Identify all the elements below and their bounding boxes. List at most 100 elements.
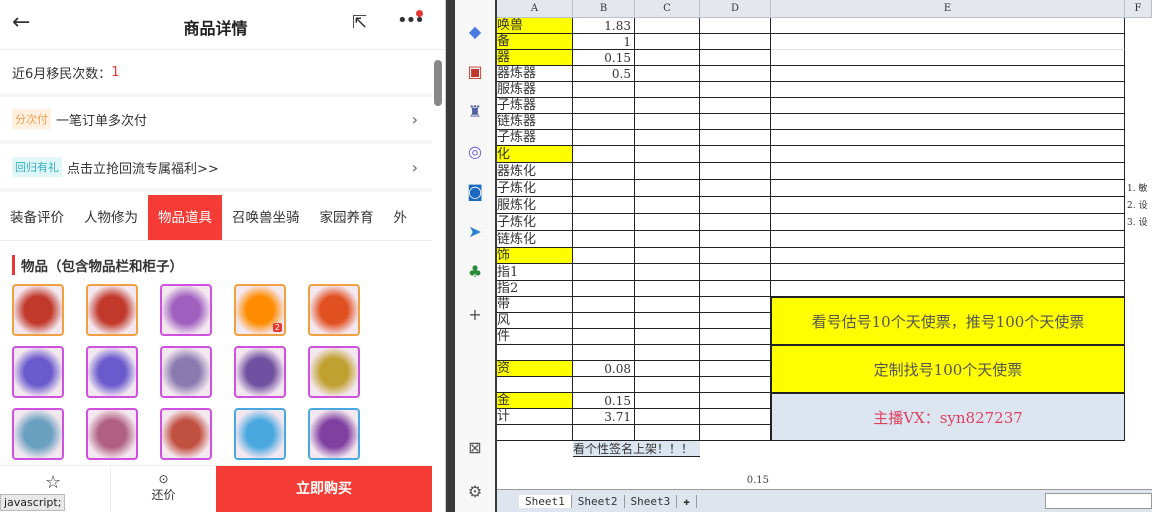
item-slot[interactable] <box>160 284 212 336</box>
cell-empty[interactable] <box>700 18 771 34</box>
cell-b[interactable] <box>573 114 635 130</box>
cell-b[interactable] <box>573 82 635 98</box>
cell-empty[interactable] <box>635 180 700 197</box>
cell-empty[interactable] <box>635 146 700 163</box>
cell-empty[interactable] <box>700 50 771 66</box>
cell-e[interactable] <box>771 98 1125 114</box>
cell-empty[interactable] <box>700 66 771 82</box>
stray-value-cell[interactable]: 0.15 <box>700 473 771 489</box>
cell-empty[interactable] <box>635 313 700 329</box>
cell-b[interactable]: 3.71 <box>573 409 635 425</box>
cell-e[interactable] <box>771 130 1125 146</box>
cell-b[interactable] <box>573 345 635 361</box>
cell-empty[interactable] <box>700 425 771 441</box>
cell-empty[interactable] <box>635 248 700 264</box>
horizontal-scrollbar[interactable] <box>1045 493 1152 509</box>
cell-empty[interactable] <box>700 114 771 130</box>
cell-empty[interactable] <box>635 409 700 425</box>
item-slot[interactable] <box>12 346 64 398</box>
merged-custom-cell[interactable]: 定制找号100个天使票 <box>771 345 1125 393</box>
send-icon[interactable]: ➤ <box>465 222 485 241</box>
tab-equipment[interactable]: 装备评价 <box>0 195 74 240</box>
merged-valuation-cell[interactable]: 看号估号10个天使票，推号100个天使票 <box>771 297 1125 345</box>
cell-a[interactable]: 链炼化 <box>497 231 573 248</box>
cell-e[interactable] <box>771 146 1125 163</box>
cell-empty[interactable] <box>635 329 700 345</box>
cell-empty[interactable] <box>635 114 700 130</box>
cell-b[interactable] <box>573 163 635 180</box>
cell-a[interactable]: 资 <box>497 361 573 377</box>
cell-b[interactable]: 0.15 <box>573 393 635 409</box>
item-slot[interactable] <box>308 346 360 398</box>
cell-empty[interactable] <box>700 180 771 197</box>
cell-empty[interactable] <box>700 329 771 345</box>
cell-b[interactable]: 1.83 <box>573 18 635 34</box>
cell-b[interactable] <box>573 281 635 297</box>
cell-empty[interactable] <box>700 264 771 281</box>
cell-empty[interactable] <box>700 297 771 313</box>
cell-e[interactable] <box>771 248 1125 264</box>
cell-empty[interactable] <box>635 425 700 441</box>
item-slot[interactable] <box>308 284 360 336</box>
chess-icon[interactable]: ♜ <box>465 102 485 121</box>
tab-character[interactable]: 人物修为 <box>74 195 148 240</box>
cell-empty[interactable] <box>700 377 771 393</box>
scrollbar[interactable] <box>434 60 442 106</box>
item-slot[interactable] <box>160 346 212 398</box>
sheet-tab-3[interactable]: Sheet3 <box>625 494 678 508</box>
cell-b[interactable] <box>573 146 635 163</box>
cell-a[interactable]: 子炼化 <box>497 180 573 197</box>
cell-e[interactable] <box>771 66 1125 82</box>
cell-b[interactable] <box>573 130 635 146</box>
cell-empty[interactable] <box>635 377 700 393</box>
cell-e[interactable] <box>771 34 1125 50</box>
cell-a[interactable]: 服炼器 <box>497 82 573 98</box>
cell-empty[interactable] <box>700 313 771 329</box>
tab-more[interactable]: 外 <box>384 195 418 240</box>
cell-a[interactable]: 器炼器 <box>497 66 573 82</box>
cell-a[interactable]: 子炼化 <box>497 214 573 231</box>
cell-a[interactable]: 器 <box>497 50 573 66</box>
cell-empty[interactable] <box>635 231 700 248</box>
cell-empty[interactable] <box>635 214 700 231</box>
screenshot-icon[interactable]: ⊠ <box>465 438 485 457</box>
cell-empty[interactable] <box>635 197 700 214</box>
cell-e[interactable] <box>771 214 1125 231</box>
cell-empty[interactable] <box>700 409 771 425</box>
cell-empty[interactable] <box>635 66 700 82</box>
cell-e[interactable] <box>771 231 1125 248</box>
cell-b[interactable]: 1 <box>573 34 635 50</box>
item-slot[interactable] <box>86 346 138 398</box>
cell-e[interactable] <box>771 82 1125 98</box>
copilot-icon[interactable]: ◎ <box>465 142 485 161</box>
col-header-d[interactable]: D <box>700 0 771 18</box>
col-header-f[interactable]: F <box>1125 0 1152 18</box>
cell-empty[interactable] <box>635 361 700 377</box>
cell-empty[interactable] <box>700 146 771 163</box>
cell-empty[interactable] <box>700 248 771 264</box>
tab-home[interactable]: 家园养育 <box>310 195 384 240</box>
outlook-icon[interactable]: ◙ <box>465 182 485 201</box>
cell-a[interactable] <box>497 345 573 361</box>
share-icon[interactable]: ⇱ <box>352 12 367 33</box>
col-header-b[interactable]: B <box>573 0 635 18</box>
cell-e[interactable] <box>771 163 1125 180</box>
cell-empty[interactable] <box>635 82 700 98</box>
f-note-1[interactable]: 1. 敏 <box>1127 181 1147 197</box>
favorite-star-icon[interactable]: ☆ <box>45 472 61 493</box>
cell-empty[interactable] <box>635 18 700 34</box>
cell-a[interactable]: 服炼化 <box>497 197 573 214</box>
cell-b[interactable] <box>573 98 635 114</box>
cell-b[interactable]: 0.15 <box>573 50 635 66</box>
tag-icon[interactable]: ◆ <box>465 22 485 41</box>
item-slot[interactable] <box>12 284 64 336</box>
cell-empty[interactable] <box>700 98 771 114</box>
cell-empty[interactable] <box>635 264 700 281</box>
cell-b[interactable] <box>573 425 635 441</box>
cell-a[interactable]: 指2 <box>497 281 573 297</box>
cell-empty[interactable] <box>635 345 700 361</box>
cell-empty[interactable] <box>635 34 700 50</box>
cell-a[interactable] <box>497 425 573 441</box>
cell-b[interactable] <box>573 377 635 393</box>
cell-empty[interactable] <box>700 197 771 214</box>
